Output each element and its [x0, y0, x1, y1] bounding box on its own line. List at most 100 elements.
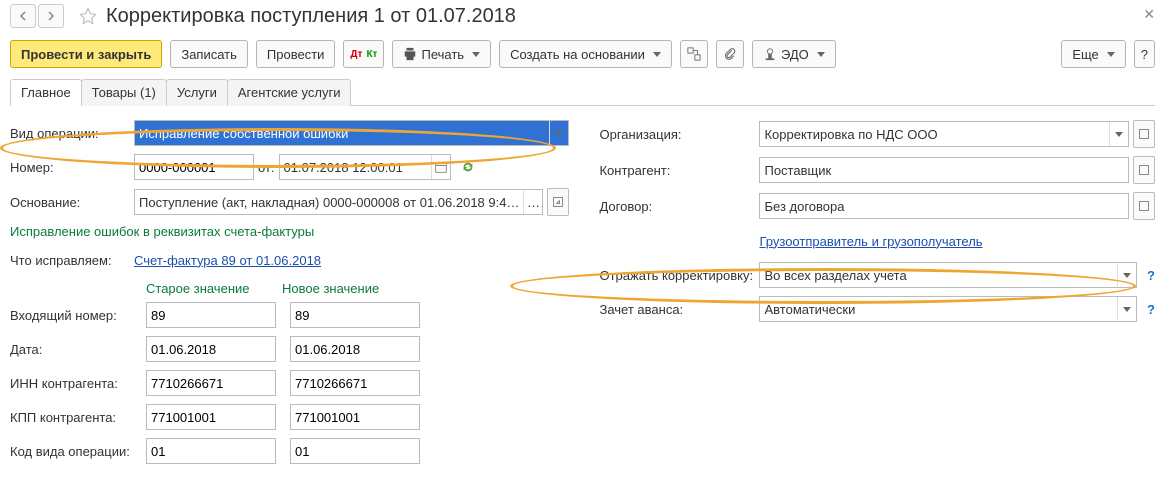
date-picker-button[interactable] — [431, 155, 450, 179]
open-icon — [552, 196, 564, 208]
date-new-input[interactable] — [290, 336, 420, 362]
shipper-link[interactable]: Грузоотправитель и грузополучатель — [759, 234, 982, 249]
post-and-close-button[interactable]: Провести и закрыть — [10, 40, 162, 68]
reflect-help-button[interactable]: ? — [1147, 268, 1155, 283]
op-type-label: Вид операции: — [10, 126, 134, 141]
paperclip-icon — [723, 47, 737, 61]
save-button[interactable]: Записать — [170, 40, 248, 68]
chevron-down-icon — [1123, 273, 1131, 278]
kpp-new-input[interactable] — [290, 404, 420, 430]
post-and-close-label: Провести и закрыть — [21, 47, 151, 62]
opcode-new-input[interactable] — [290, 438, 420, 464]
advance-label: Зачет аванса: — [599, 302, 759, 317]
in-num-new-input[interactable] — [290, 302, 420, 328]
from-label: от: — [258, 160, 275, 175]
chevron-down-icon — [653, 52, 661, 57]
tab-agent-label: Агентские услуги — [238, 85, 341, 100]
post-label: Провести — [267, 47, 325, 62]
date-input[interactable]: 01.07.2018 12:00:01 — [279, 154, 451, 180]
date-old-input[interactable] — [146, 336, 276, 362]
structure-icon — [687, 47, 701, 61]
advance-value: Автоматически — [760, 297, 1117, 321]
tab-services-label: Услуги — [177, 85, 217, 100]
in-num-label: Входящий номер: — [10, 308, 146, 323]
tab-agent[interactable]: Агентские услуги — [227, 79, 352, 106]
ellipsis-icon: … — [527, 195, 540, 210]
tab-main[interactable]: Главное — [10, 79, 82, 106]
chevron-down-icon — [472, 52, 480, 57]
in-num-old-input[interactable] — [146, 302, 276, 328]
contr-label: Контрагент: — [599, 163, 759, 178]
new-value-header: Новое значение — [282, 281, 379, 296]
contr-open-button[interactable] — [1133, 156, 1155, 184]
org-dropdown-button[interactable] — [1109, 122, 1128, 146]
kpp-label: КПП контрагента: — [10, 410, 146, 425]
op-type-value: Исправление собственной ошибки — [135, 121, 549, 145]
basis-ellipsis-button[interactable]: … — [523, 190, 542, 214]
create-based-label: Создать на основании — [510, 47, 645, 62]
op-type-combo[interactable]: Исправление собственной ошибки — [134, 120, 569, 146]
post-button[interactable]: Провести — [256, 40, 336, 68]
contract-input[interactable]: Без договора — [759, 193, 1129, 219]
nav-back-button[interactable] — [10, 4, 36, 28]
number-input[interactable] — [134, 154, 254, 180]
basis-open-button[interactable] — [547, 188, 569, 216]
open-icon — [1138, 200, 1150, 212]
inn-old-input[interactable] — [146, 370, 276, 396]
reflect-label: Отражать корректировку: — [599, 268, 759, 283]
help-button[interactable]: ? — [1134, 40, 1155, 68]
tab-goods[interactable]: Товары (1) — [81, 79, 167, 106]
chevron-down-icon — [817, 52, 825, 57]
attach-button[interactable] — [716, 40, 744, 68]
contract-open-button[interactable] — [1133, 192, 1155, 220]
opcode-label: Код вида операции: — [10, 444, 146, 459]
basis-input[interactable]: Поступление (акт, накладная) 0000-000008… — [134, 189, 543, 215]
dt-kt-button[interactable]: ДтКт — [343, 40, 384, 68]
structure-button[interactable] — [680, 40, 708, 68]
open-icon — [1138, 164, 1150, 176]
opcode-old-input[interactable] — [146, 438, 276, 464]
org-label: Организация: — [599, 127, 759, 142]
open-icon — [1138, 128, 1150, 140]
chevron-down-icon — [1107, 52, 1115, 57]
nav-forward-button[interactable] — [38, 4, 64, 28]
inn-new-input[interactable] — [290, 370, 420, 396]
date-value: 01.07.2018 12:00:01 — [280, 155, 431, 179]
advance-help-button[interactable]: ? — [1147, 302, 1155, 317]
edo-label: ЭДО — [781, 47, 809, 62]
advance-dropdown-button[interactable] — [1117, 297, 1136, 321]
org-value: Корректировка по НДС ООО — [760, 122, 1109, 146]
correction-note: Исправление ошибок в реквизитах счета-фа… — [10, 224, 569, 239]
invoice-link[interactable]: Счет-фактура 89 от 01.06.2018 — [134, 253, 321, 268]
contr-input[interactable]: Поставщик — [759, 157, 1129, 183]
chevron-down-icon — [1115, 132, 1123, 137]
inn-label: ИНН контрагента: — [10, 376, 146, 391]
create-based-button[interactable]: Создать на основании — [499, 40, 672, 68]
stamp-icon — [763, 47, 777, 61]
reflect-combo[interactable]: Во всех разделах учета — [759, 262, 1137, 288]
close-button[interactable]: ✕ — [1143, 6, 1155, 23]
org-combo[interactable]: Корректировка по НДС ООО — [759, 121, 1129, 147]
old-value-header: Старое значение — [146, 281, 282, 296]
reflect-dropdown-button[interactable] — [1117, 263, 1136, 287]
edo-button[interactable]: ЭДО — [752, 40, 836, 68]
basis-label: Основание: — [10, 195, 134, 210]
advance-combo[interactable]: Автоматически — [759, 296, 1137, 322]
tab-services[interactable]: Услуги — [166, 79, 228, 106]
more-button[interactable]: Еще — [1061, 40, 1125, 68]
basis-value: Поступление (акт, накладная) 0000-000008… — [135, 190, 523, 214]
print-button[interactable]: Печать — [392, 40, 491, 68]
reflect-value: Во всех разделах учета — [760, 263, 1117, 287]
op-type-dropdown-button[interactable] — [549, 121, 568, 145]
favorite-star-icon[interactable] — [76, 4, 100, 28]
page-title: Корректировка поступления 1 от 01.07.201… — [106, 5, 516, 28]
calendar-icon — [435, 161, 447, 173]
kpp-old-input[interactable] — [146, 404, 276, 430]
tab-goods-label: Товары (1) — [92, 85, 156, 100]
save-label: Записать — [181, 47, 237, 62]
refresh-icon[interactable] — [461, 160, 475, 174]
org-open-button[interactable] — [1133, 120, 1155, 148]
printer-icon — [403, 47, 417, 61]
number-label: Номер: — [10, 160, 134, 175]
fix-label: Что исправляем: — [10, 253, 134, 268]
